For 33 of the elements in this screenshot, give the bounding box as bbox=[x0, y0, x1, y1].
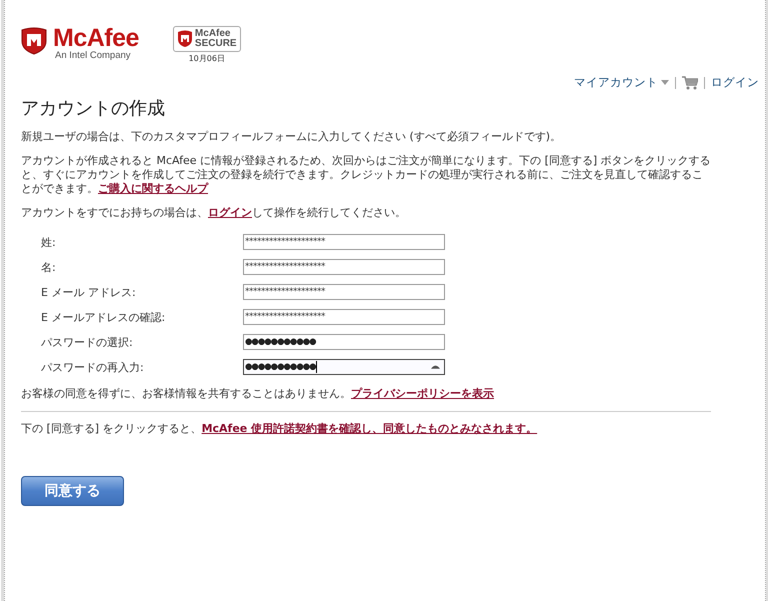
input-field[interactable]: ******************** bbox=[243, 234, 445, 250]
link[interactable]: ご購入に関するヘルプ bbox=[98, 182, 208, 195]
login-link[interactable]: ログイン bbox=[711, 75, 759, 90]
input-field[interactable]: ******************** bbox=[243, 259, 445, 275]
paragraph: アカウントをすでにお持ちの場合は、ログイン して操作を続行してください。 bbox=[21, 206, 407, 220]
agree-button[interactable]: 同意する bbox=[21, 476, 124, 506]
paragraph: 新規ユーザの場合は、下のカスタマプロフィールフォームに入力してください (すべて必須フィールドです)。 bbox=[21, 130, 562, 144]
page-title: アカウントの作成 bbox=[21, 97, 166, 120]
badge-date: 10月06日 bbox=[188, 53, 225, 64]
field-label: 姓: bbox=[41, 234, 57, 250]
password-field[interactable]: ●●●●●●●●●●● bbox=[243, 359, 445, 375]
field-label: E メール アドレス: bbox=[41, 284, 137, 300]
field-label: パスワードの選択: bbox=[41, 334, 134, 350]
logo-text: McAfee bbox=[53, 26, 139, 50]
field-label: E メールアドレスの確認: bbox=[41, 310, 166, 324]
secure-badge[interactable]: McAfee SECURE bbox=[172, 26, 241, 52]
link[interactable]: ログイン bbox=[208, 206, 252, 219]
password-field[interactable]: ●●●●●●●●●●● bbox=[243, 334, 445, 350]
agreement-note: 下の [同意する] をクリックすると、McAfee 使用許諾契約書を確認し、同意したものとみなされます。 bbox=[21, 422, 538, 436]
field-label: パスワードの再入力: bbox=[41, 360, 145, 374]
tagline: An Intel Company bbox=[55, 50, 132, 61]
shield-logo-icon bbox=[21, 27, 47, 55]
link[interactable]: McAfee 使用許諾契約書を確認し、同意したものとみなされます。 bbox=[202, 422, 538, 435]
shield-icon bbox=[176, 30, 193, 48]
account-menu[interactable]: マイアカウント bbox=[574, 75, 669, 90]
field-label: 名: bbox=[41, 260, 57, 274]
link[interactable]: プライバシーポリシーを表示 bbox=[351, 387, 494, 400]
paragraph: アカウントが作成されると McAfee に情報が登録されるため、次回からはご注文が簡単になります。下の [同意する] ボタンをクリックすると、すぐにアカウントを作成してご注文の登録を続行できます。クレジットカードの処理が実行される前に、ご注文を見直して確認することができます。ご購入に関するヘルプ bbox=[21, 154, 711, 196]
input-field[interactable]: ******************** bbox=[243, 284, 445, 300]
cart-icon[interactable] bbox=[682, 76, 698, 90]
privacy-note: お客様の同意を得ずに、お客様情報を共有することはありません。プライバシーポリシーを表示 bbox=[21, 387, 495, 401]
caret-icon bbox=[661, 80, 669, 85]
input-field[interactable]: ******************** bbox=[243, 309, 445, 325]
